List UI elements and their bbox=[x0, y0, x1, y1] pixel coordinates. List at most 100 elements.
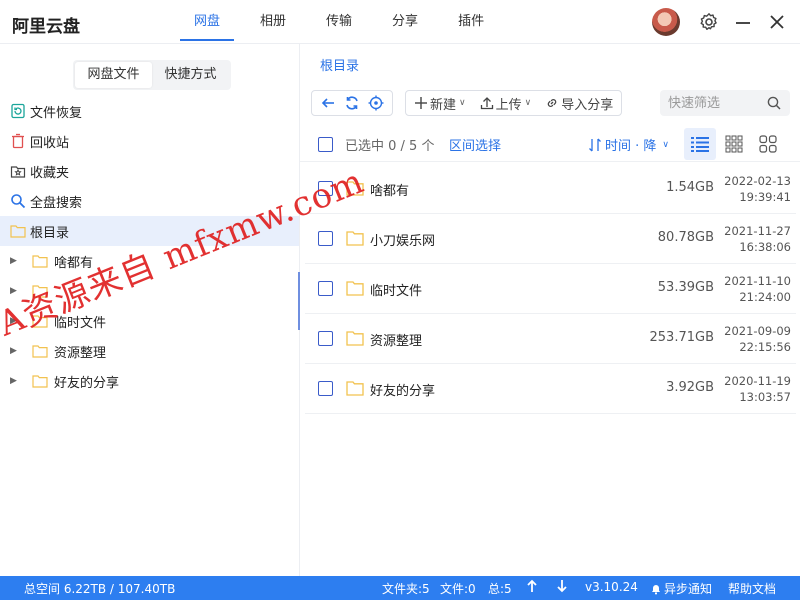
settings-gear-icon[interactable] bbox=[697, 10, 721, 34]
quick-filter-input[interactable] bbox=[660, 90, 760, 116]
table-row[interactable]: 好友的分享 3.92GB 2020-11-19 13:03:57 bbox=[305, 364, 796, 414]
chevron-down-icon: ∨ bbox=[524, 98, 532, 108]
tree-item[interactable]: ▶ 好友的分享 bbox=[0, 366, 299, 396]
folder-icon bbox=[346, 280, 364, 296]
table-row[interactable]: 啥都有 1.54GB 2022-02-13 19:39:41 bbox=[305, 164, 796, 214]
upload-button[interactable]: 上传 ∨ bbox=[476, 92, 536, 114]
refresh-icon[interactable] bbox=[340, 92, 364, 114]
file-date: 2022-02-13 19:39:41 bbox=[724, 173, 791, 205]
link-icon bbox=[547, 99, 557, 107]
plus-icon bbox=[415, 97, 427, 109]
tree-item[interactable]: ▶ 啥都有 bbox=[0, 246, 299, 276]
folder-icon bbox=[346, 330, 364, 346]
upload-arrow-icon[interactable] bbox=[526, 579, 538, 596]
expand-arrow-icon[interactable]: ▶ bbox=[10, 376, 22, 386]
expand-arrow-icon[interactable]: ▶ bbox=[10, 256, 22, 266]
total-space: 总空间 6.22TB / 107.40TB bbox=[24, 582, 176, 596]
main-nav: 网盘 相册 传输 分享 插件 bbox=[180, 0, 510, 44]
sidebar-item-global-search[interactable]: 全盘搜索 bbox=[0, 186, 299, 216]
sidebar-item-favorites[interactable]: 收藏夹 bbox=[0, 156, 299, 186]
import-share-button[interactable]: 导入分享 bbox=[541, 92, 617, 114]
sidebar-item-recycle-bin[interactable]: 回收站 bbox=[0, 126, 299, 156]
locate-icon[interactable] bbox=[364, 92, 388, 114]
row-checkbox[interactable] bbox=[318, 181, 333, 196]
async-notify-button[interactable]: 异步通知 bbox=[650, 580, 712, 597]
select-all-checkbox[interactable] bbox=[318, 137, 333, 152]
range-select-link[interactable]: 区间选择 bbox=[449, 135, 501, 154]
sidebar-menu: 文件恢复 回收站 收藏夹 全盘搜索 根目录 ▶ 啥都有 ▶ ▶ 临时文件 ▶ 资… bbox=[0, 96, 299, 396]
file-date-day: 2021-09-09 bbox=[724, 324, 791, 338]
sidebar-item-root[interactable]: 根目录 bbox=[0, 216, 299, 246]
grid-small-view-icon[interactable] bbox=[718, 128, 750, 160]
tab-album[interactable]: 相册 bbox=[246, 0, 300, 44]
table-row[interactable]: 小刀娱乐网 80.78GB 2021-11-27 16:38:06 bbox=[305, 214, 796, 264]
left-sidebar: 网盘文件 快捷方式 文件恢复 回收站 收藏夹 全盘搜索 根目录 ▶ 啥都有 ▶ … bbox=[0, 44, 300, 576]
segment-shortcuts[interactable]: 快捷方式 bbox=[152, 62, 229, 88]
file-restore-icon bbox=[10, 103, 26, 119]
tab-plugins[interactable]: 插件 bbox=[444, 0, 498, 44]
sidebar-item-label: 文件恢复 bbox=[30, 105, 83, 121]
async-notify-label: 异步通知 bbox=[664, 582, 713, 596]
app-title: 阿里云盘 bbox=[12, 17, 80, 37]
file-size: 3.92GB bbox=[666, 380, 714, 395]
sidebar-item-file-restore[interactable]: 文件恢复 bbox=[0, 96, 299, 126]
row-checkbox[interactable] bbox=[318, 381, 333, 396]
file-date: 2020-11-19 13:03:57 bbox=[724, 373, 791, 405]
total-count: 总:5 bbox=[488, 582, 512, 596]
tree-item[interactable]: ▶ bbox=[0, 276, 299, 306]
tab-share[interactable]: 分享 bbox=[378, 0, 432, 44]
tab-drive[interactable]: 网盘 bbox=[180, 0, 235, 44]
file-date: 2021-11-10 21:24:00 bbox=[724, 273, 791, 305]
list-view-icon[interactable] bbox=[684, 128, 716, 160]
tree-item-label: 资源整理 bbox=[54, 345, 107, 361]
expand-arrow-icon[interactable]: ▶ bbox=[10, 286, 22, 296]
file-date-time: 19:39:41 bbox=[739, 190, 791, 204]
import-share-label: 导入分享 bbox=[561, 97, 614, 113]
file-list: 啥都有 1.54GB 2022-02-13 19:39:41 小刀娱乐网 80.7… bbox=[305, 164, 796, 414]
file-date-time: 16:38:06 bbox=[739, 240, 791, 254]
back-arrow-icon[interactable] bbox=[316, 92, 340, 114]
search-icon bbox=[10, 193, 26, 209]
file-date: 2021-09-09 22:15:56 bbox=[724, 323, 791, 355]
table-row[interactable]: 资源整理 253.71GB 2021-09-09 22:15:56 bbox=[305, 314, 796, 364]
breadcrumb[interactable]: 根目录 bbox=[320, 55, 359, 74]
expand-arrow-icon[interactable]: ▶ bbox=[10, 346, 22, 356]
row-checkbox[interactable] bbox=[318, 231, 333, 246]
segment-drive-files[interactable]: 网盘文件 bbox=[75, 62, 152, 88]
user-avatar[interactable] bbox=[652, 8, 680, 36]
folder-icon bbox=[10, 223, 26, 239]
file-name: 啥都有 bbox=[370, 184, 410, 199]
folder-icon bbox=[32, 373, 50, 389]
row-checkbox[interactable] bbox=[318, 331, 333, 346]
expand-arrow-icon[interactable]: ▶ bbox=[10, 316, 22, 326]
file-date-time: 21:24:00 bbox=[739, 290, 791, 304]
chevron-down-icon: ∨ bbox=[662, 139, 669, 150]
sidebar-item-label: 回收站 bbox=[30, 135, 70, 151]
tree-item[interactable]: ▶ 资源整理 bbox=[0, 336, 299, 366]
tab-transfer[interactable]: 传输 bbox=[312, 0, 366, 44]
sidebar-segment-switch: 网盘文件 快捷方式 bbox=[73, 60, 231, 90]
file-date: 2021-11-27 16:38:06 bbox=[724, 223, 791, 255]
search-icon[interactable] bbox=[766, 95, 782, 111]
row-checkbox[interactable] bbox=[318, 281, 333, 296]
folder-icon bbox=[346, 180, 364, 196]
tree-item[interactable]: ▶ 临时文件 bbox=[0, 306, 299, 336]
sort-icon bbox=[589, 138, 601, 151]
download-arrow-icon[interactable] bbox=[556, 579, 568, 596]
toolbar: 新建 ∨ 上传 ∨ 导入分享 bbox=[311, 90, 623, 116]
sort-dropdown[interactable]: 时间 · 降 ∨ bbox=[588, 135, 669, 154]
table-row[interactable]: 临时文件 53.39GB 2021-11-10 21:24:00 bbox=[305, 264, 796, 314]
app-version: v3.10.24 bbox=[585, 580, 638, 594]
chevron-down-icon: ∨ bbox=[459, 98, 466, 108]
close-icon[interactable] bbox=[765, 10, 789, 34]
file-size: 53.39GB bbox=[657, 280, 714, 295]
new-button[interactable]: 新建 ∨ bbox=[410, 92, 470, 114]
title-bar: 阿里云盘 网盘 相册 传输 分享 插件 bbox=[0, 0, 800, 44]
minimize-icon[interactable] bbox=[731, 10, 755, 34]
grid-large-view-icon[interactable] bbox=[752, 128, 784, 160]
file-date-time: 22:15:56 bbox=[739, 340, 791, 354]
folder-icon bbox=[346, 230, 364, 246]
sidebar-item-label: 收藏夹 bbox=[30, 165, 70, 181]
help-docs-link[interactable]: 帮助文档 bbox=[728, 580, 776, 597]
file-date-time: 13:03:57 bbox=[739, 390, 791, 404]
